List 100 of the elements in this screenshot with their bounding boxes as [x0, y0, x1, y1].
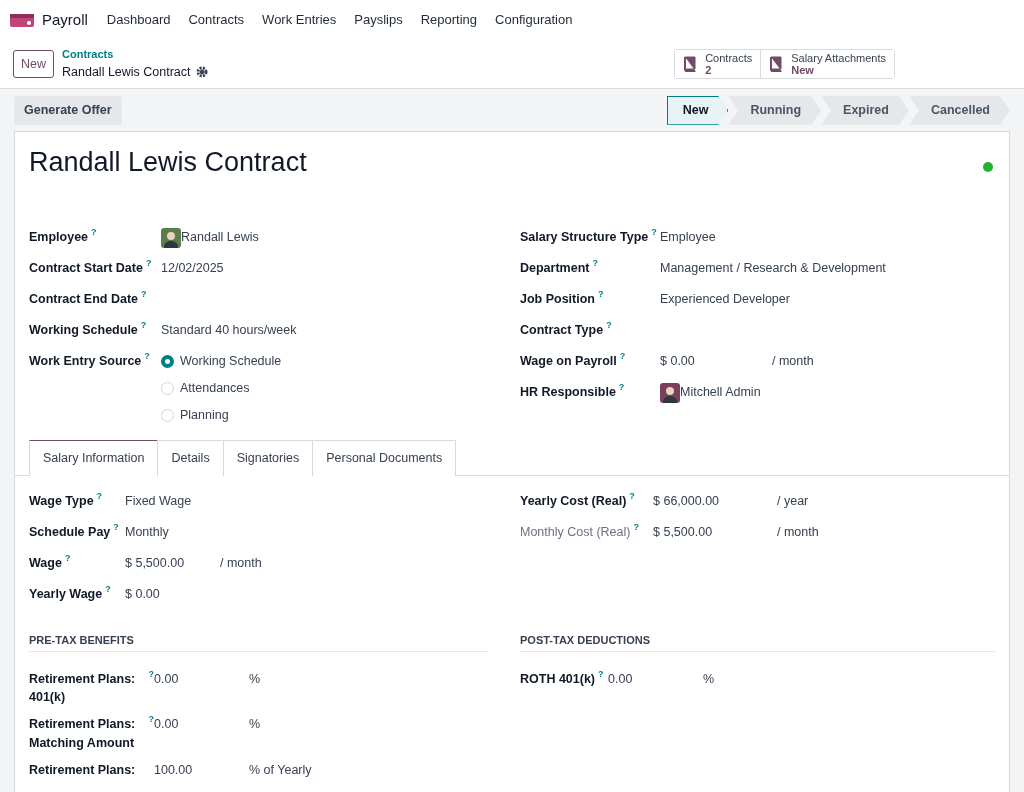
menu-item[interactable]: Contracts: [179, 10, 254, 30]
help-icon[interactable]: ?: [140, 320, 147, 331]
help-icon[interactable]: ?: [598, 289, 604, 300]
radio-label: Planning: [180, 406, 229, 424]
field-value: $ 0.00: [125, 586, 161, 604]
field-value: Employee: [660, 229, 716, 247]
stage-button[interactable]: New: [666, 96, 729, 125]
field-label: HR Responsible: [520, 384, 616, 402]
field-label: Retirement Plans: 401(k): [29, 670, 137, 707]
app-icon: [10, 12, 34, 28]
gear-icon[interactable]: [195, 66, 208, 79]
field-value: 0.00: [608, 670, 634, 688]
tab[interactable]: Salary Information: [29, 440, 159, 477]
help-icon[interactable]: ?: [148, 714, 154, 725]
field-label: Retirement Plans:: [29, 761, 136, 779]
field-value[interactable]: Randall Lewis: [181, 228, 259, 247]
stage-button[interactable]: Running: [728, 96, 822, 125]
unit-label: / month: [220, 555, 262, 573]
field-value: 100.00: [154, 761, 194, 779]
help-icon[interactable]: ?: [651, 227, 657, 238]
field-value: $ 0.00: [660, 353, 696, 371]
smart-button-value: 2: [705, 64, 713, 77]
unit-label: / month: [772, 353, 814, 371]
unit-label: %: [249, 716, 261, 734]
field-label: Wage: [29, 555, 62, 573]
help-icon[interactable]: ?: [64, 553, 71, 564]
smart-button-value: New: [791, 64, 815, 77]
field-label: Wage on Payroll: [520, 353, 617, 371]
field-value: Experienced Developer: [660, 291, 790, 309]
field-value: Fixed Wage: [125, 493, 193, 511]
help-icon[interactable]: ?: [105, 584, 111, 595]
field-label: Working Schedule: [29, 322, 138, 340]
field-label: Employee: [29, 229, 89, 247]
help-icon[interactable]: ?: [606, 320, 612, 331]
menu-item[interactable]: Reporting: [411, 10, 487, 30]
breadcrumb-link[interactable]: Contracts: [62, 46, 208, 63]
avatar-icon: [660, 383, 680, 404]
field-label: Schedule Pay: [29, 524, 111, 542]
help-icon[interactable]: ?: [633, 522, 639, 533]
help-icon[interactable]: ?: [113, 522, 119, 533]
help-icon[interactable]: ?: [618, 382, 625, 393]
smart-button-label: Contracts: [705, 51, 753, 64]
field-label: Department: [520, 260, 590, 278]
field-label: Contract Start Date: [29, 260, 143, 278]
radio-label: Working Schedule: [180, 353, 282, 371]
field-label: Contract End Date: [29, 291, 139, 309]
smart-button[interactable]: Contracts 2: [675, 49, 762, 79]
field-label: Yearly Wage: [29, 586, 103, 604]
menu-item[interactable]: Work Entries: [253, 10, 346, 30]
field-label: Yearly Cost (Real): [520, 493, 627, 511]
book-icon: [769, 56, 784, 72]
help-icon[interactable]: ?: [629, 491, 635, 502]
radio-label: Attendances: [180, 379, 250, 397]
field-value: Monthly: [125, 524, 170, 542]
field-label: Work Entry Source: [29, 353, 142, 371]
help-icon[interactable]: ?: [145, 258, 152, 269]
help-icon[interactable]: ?: [619, 351, 626, 362]
field-label: ROTH 401(k): [520, 670, 596, 688]
field-value: $ 5,500.00: [125, 555, 186, 573]
field-label: Monthly Cost (Real): [520, 524, 631, 542]
smart-button-label: Salary Attachments: [791, 51, 886, 64]
status-dot[interactable]: [983, 161, 993, 172]
stage-button[interactable]: Cancelled: [908, 96, 1010, 125]
unit-label: % of Yearly: [249, 761, 312, 779]
unit-label: / year: [777, 493, 809, 511]
field-value: 12/02/2025: [161, 260, 224, 278]
field-label: Retirement Plans: Matching Amount: [29, 716, 137, 752]
field-value: 0.00: [154, 717, 180, 734]
stage-button[interactable]: Expired: [821, 96, 909, 125]
help-icon[interactable]: ?: [141, 289, 147, 300]
help-icon[interactable]: ?: [96, 491, 103, 502]
tab[interactable]: Details: [157, 440, 224, 477]
avatar-icon: [161, 228, 181, 249]
field-value: Standard 40 hours/week: [161, 322, 297, 340]
record-name: Randall Lewis Contract: [62, 63, 191, 81]
help-icon[interactable]: ?: [144, 351, 150, 362]
app-name: Payroll: [42, 9, 88, 30]
field-value: Management / Research & Development: [660, 260, 886, 278]
help-icon[interactable]: ?: [91, 227, 97, 238]
help-icon[interactable]: ?: [148, 668, 154, 679]
tab[interactable]: Signatories: [222, 440, 314, 477]
field-value: $ 66,000.00: [653, 493, 721, 511]
generate-offer-button[interactable]: Generate Offer: [14, 96, 122, 125]
field-label: Salary Structure Type: [520, 229, 649, 247]
book-icon: [683, 56, 698, 72]
tab[interactable]: Personal Documents: [312, 440, 457, 477]
new-button[interactable]: New: [13, 49, 54, 79]
unit-label: %: [703, 670, 715, 688]
radio-button[interactable]: [161, 355, 174, 368]
field-value: 0.00: [154, 670, 180, 688]
section-title: POST-TAX DEDUCTIONS: [520, 632, 995, 652]
field-label: Job Position: [520, 291, 595, 309]
help-icon[interactable]: ?: [598, 668, 604, 679]
field-value: $ 5,500.00: [653, 524, 714, 542]
section-title: PRE-TAX BENEFITS: [29, 632, 488, 652]
menu-item[interactable]: Payslips: [345, 10, 412, 30]
field-value[interactable]: Mitchell Admin: [680, 383, 761, 402]
help-icon[interactable]: ?: [592, 258, 598, 269]
menu-item[interactable]: Configuration: [486, 10, 582, 30]
menu-item[interactable]: Dashboard: [97, 10, 180, 30]
